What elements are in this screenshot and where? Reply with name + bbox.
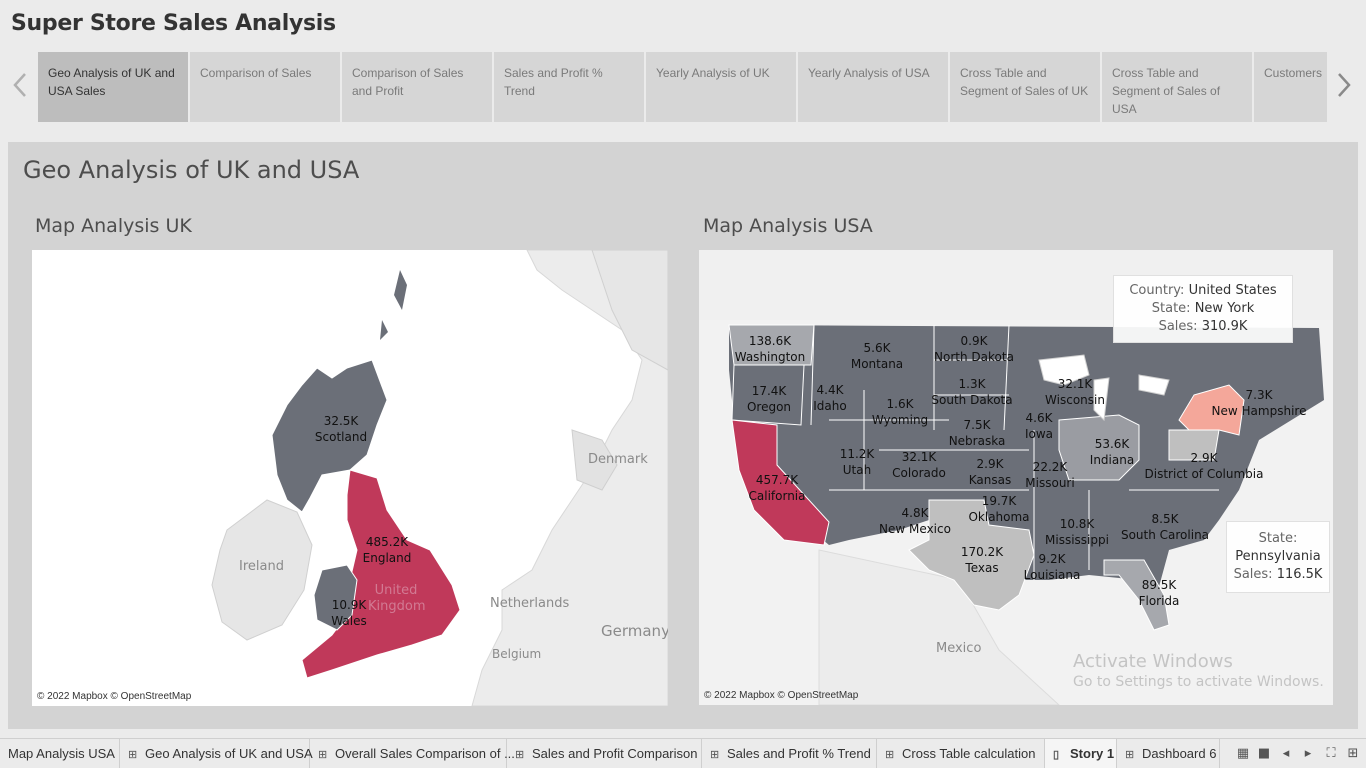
dashboard-panel: Geo Analysis of UK and USA Map Analysis … bbox=[8, 142, 1358, 729]
fit-view-icon[interactable]: ⛶ bbox=[1322, 739, 1340, 768]
uk-map-attribution[interactable]: © 2022 Mapbox © OpenStreetMap bbox=[37, 691, 191, 702]
story-point-cross-table-uk[interactable]: Cross Table and Segment of Sales of UK bbox=[950, 52, 1100, 122]
tab-overall-sales-comparison[interactable]: ⊞ Overall Sales Comparison of ... bbox=[310, 739, 515, 768]
dashboard-icon: ⊞ bbox=[1125, 749, 1135, 761]
geo-label-united-kingdom: United Kingdom bbox=[368, 583, 426, 614]
previous-arrow-icon[interactable] bbox=[10, 70, 30, 100]
story-point-geo-analysis[interactable]: Geo Analysis of UK and USA Sales bbox=[38, 52, 188, 122]
state-label-nebraska: 7.5K Nebraska bbox=[948, 418, 1006, 448]
tab-sales-profit-trend[interactable]: ⊞ Sales and Profit % Trend bbox=[702, 739, 877, 768]
state-label-new-mexico: 4.8K New Mexico bbox=[879, 506, 951, 536]
story-point-comparison-sales-profit[interactable]: Comparison of Sales and Profit bbox=[342, 52, 492, 122]
usa-map-attribution[interactable]: © 2022 Mapbox © OpenStreetMap bbox=[704, 690, 858, 701]
tab-map-analysis-usa[interactable]: Map Analysis USA bbox=[0, 739, 120, 768]
state-label-iowa: 4.6K Iowa bbox=[1024, 411, 1054, 441]
story-point-bar: Geo Analysis of UK and USA Sales Compari… bbox=[38, 52, 1327, 122]
story-point-cross-table-usa[interactable]: Cross Table and Segment of Sales of USA bbox=[1102, 52, 1252, 122]
state-label-south-dakota: 1.3K South Dakota bbox=[931, 377, 1013, 407]
state-label-wisconsin: 32.1K Wisconsin bbox=[1045, 377, 1105, 407]
state-label-kansas: 2.9K Kansas bbox=[968, 457, 1012, 487]
state-label-florida: 89.5K Florida bbox=[1138, 578, 1180, 608]
state-label-wyoming: 1.6K Wyoming bbox=[871, 397, 929, 427]
tab-grid-icon[interactable]: ⊞ bbox=[1344, 739, 1362, 768]
region-label-england: 485.2K England bbox=[362, 535, 412, 565]
tab-geo-analysis[interactable]: ⊞ Geo Analysis of UK and USA bbox=[120, 739, 313, 768]
tooltip-pennsylvania: State: Pennsylvania Sales: 116.5K bbox=[1226, 521, 1330, 593]
state-label-district-of-columbia: 2.9K District of Columbia bbox=[1144, 451, 1264, 481]
tab-sales-profit-comparison[interactable]: ⊞ Sales and Profit Comparison bbox=[507, 739, 702, 768]
activate-windows-watermark: Activate Windows Go to Settings to activ… bbox=[1073, 651, 1324, 690]
next-arrow-icon[interactable] bbox=[1334, 70, 1354, 100]
usa-map-title: Map Analysis USA bbox=[703, 215, 873, 237]
state-label-indiana: 53.6K Indiana bbox=[1089, 437, 1135, 467]
previous-sheet-icon[interactable]: ◂ bbox=[1278, 739, 1294, 768]
state-label-texas: 170.2K Texas bbox=[960, 545, 1004, 575]
state-label-idaho: 4.4K Idaho bbox=[813, 383, 847, 413]
story-point-sales-profit-trend[interactable]: Sales and Profit % Trend bbox=[494, 52, 644, 122]
state-label-mississippi: 10.8K Mississippi bbox=[1045, 517, 1109, 547]
dashboard-icon: ⊞ bbox=[318, 749, 328, 761]
dashboard-icon: ⊞ bbox=[710, 749, 720, 761]
geo-label-ireland: Ireland bbox=[239, 559, 284, 574]
state-label-montana: 5.6K Montana bbox=[850, 341, 904, 371]
state-label-south-carolina: 8.5K South Carolina bbox=[1120, 512, 1210, 542]
state-label-oregon: 17.4K Oregon bbox=[746, 384, 792, 414]
tab-cross-table-calculation[interactable]: ⊞ Cross Table calculation bbox=[877, 739, 1045, 768]
dashboard-icon: ⊞ bbox=[128, 749, 138, 761]
geo-label-mexico: Mexico bbox=[936, 641, 982, 656]
state-label-california: 457.7K California bbox=[748, 473, 806, 503]
tab-story-1[interactable]: ▯ Story 1 bbox=[1045, 739, 1117, 768]
state-label-washington: 138.6K Washington bbox=[734, 334, 806, 364]
story-title: Super Store Sales Analysis bbox=[11, 11, 336, 36]
filmstrip-view-icon[interactable]: ▦ bbox=[1234, 739, 1252, 768]
geo-label-denmark: Denmark bbox=[588, 452, 648, 467]
uk-map-title: Map Analysis UK bbox=[35, 215, 192, 237]
state-label-colorado: 32.1K Colorado bbox=[892, 450, 946, 480]
next-sheet-icon[interactable]: ▸ bbox=[1300, 739, 1316, 768]
story-point-comparison-of-sales[interactable]: Comparison of Sales bbox=[190, 52, 340, 122]
usa-map[interactable]: 138.6K Washington 5.6K Montana 0.9K North D… bbox=[699, 250, 1333, 705]
state-label-louisiana: 9.2K Louisiana bbox=[1023, 552, 1081, 582]
dashboard-icon: ⊞ bbox=[885, 749, 895, 761]
geo-label-netherlands: Netherlands bbox=[490, 596, 570, 611]
geo-label-belgium: Belgium bbox=[492, 647, 542, 661]
sheet-sorter-icon[interactable]: ■ bbox=[1256, 739, 1272, 768]
story-point-yearly-uk[interactable]: Yearly Analysis of UK bbox=[646, 52, 796, 122]
uk-map[interactable]: 32.5K Scotland 485.2K England 10.9K Wales D… bbox=[32, 250, 668, 706]
sheet-tab-bar: Map Analysis USA ⊞ Geo Analysis of UK and… bbox=[0, 738, 1366, 768]
region-label-scotland: 32.5K Scotland bbox=[314, 414, 368, 444]
region-label-wales: 10.9K Wales bbox=[331, 598, 367, 628]
geo-label-germany: Germany bbox=[601, 622, 668, 640]
story-point-yearly-usa[interactable]: Yearly Analysis of USA bbox=[798, 52, 948, 122]
dashboard-icon: ⊞ bbox=[515, 749, 525, 761]
state-label-north-dakota: 0.9K North Dakota bbox=[934, 334, 1014, 364]
state-label-oklahoma: 19.7K Oklahoma bbox=[968, 494, 1030, 524]
tab-dashboard-6[interactable]: ⊞ Dashboard 6 bbox=[1117, 739, 1220, 768]
dashboard-title: Geo Analysis of UK and USA bbox=[23, 156, 360, 184]
tooltip-new-york: Country: United States State: New York S… bbox=[1113, 275, 1293, 343]
state-label-new-hampshire: 7.3K New Hampshire bbox=[1211, 388, 1307, 418]
state-label-utah: 11.2K Utah bbox=[839, 447, 875, 477]
state-label-missouri: 22.2K Missouri bbox=[1025, 460, 1075, 490]
story-icon: ▯ bbox=[1053, 749, 1060, 761]
story-point-customers[interactable]: Customers bbox=[1254, 52, 1327, 122]
